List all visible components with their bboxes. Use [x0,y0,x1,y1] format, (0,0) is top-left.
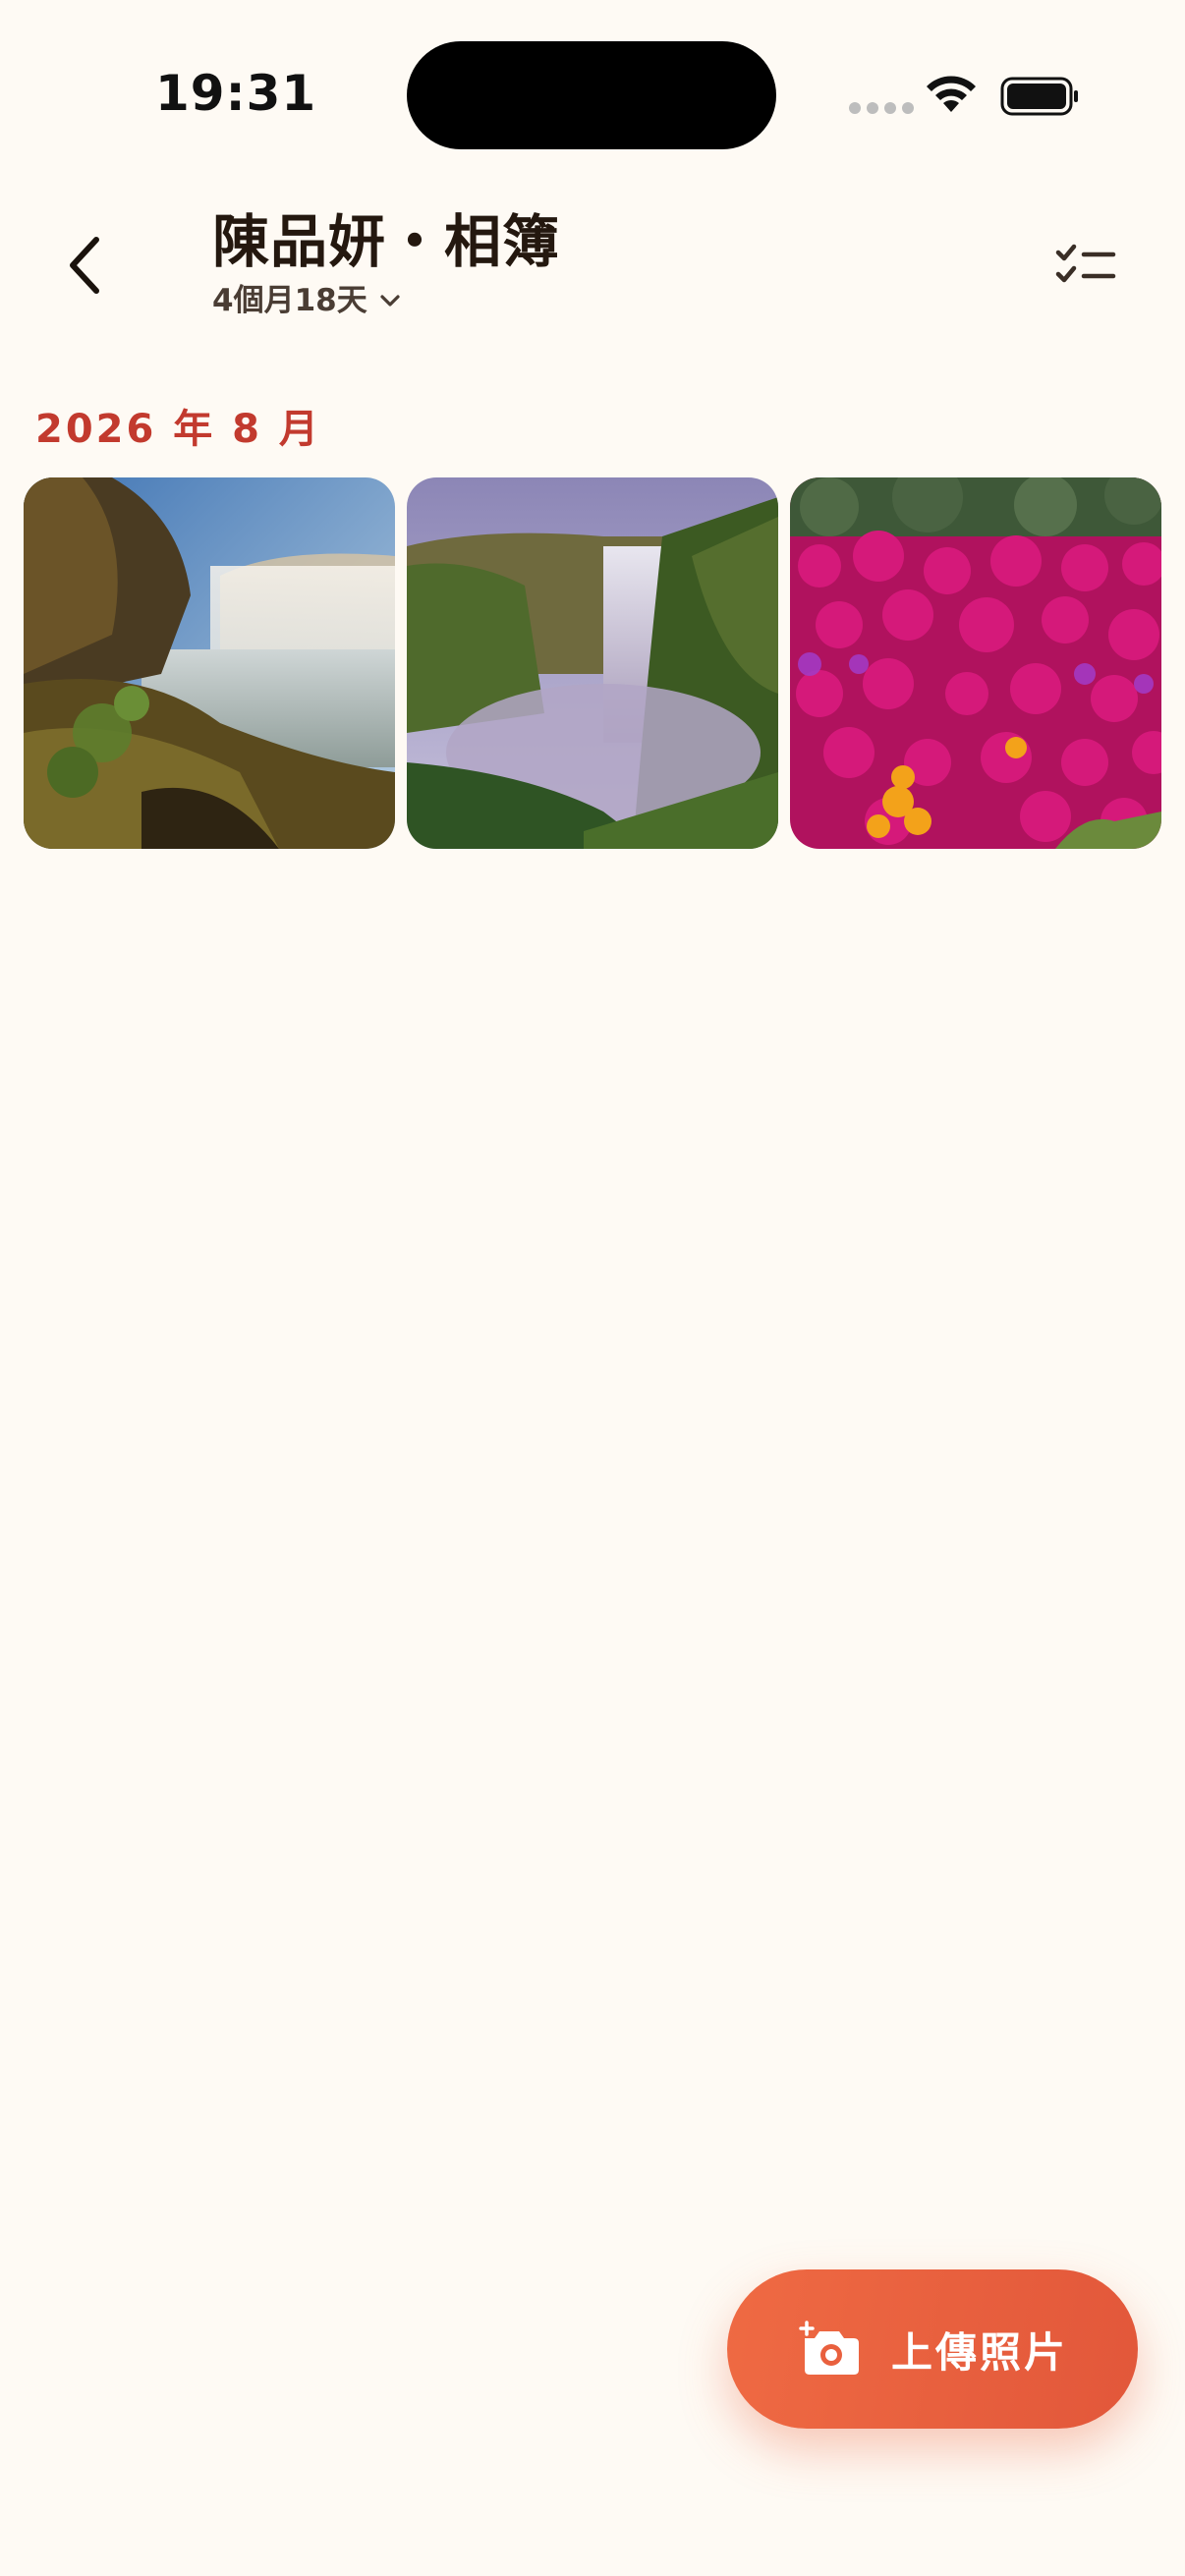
age-dropdown[interactable]: 4個月18天 [212,279,560,322]
upload-photo-button[interactable]: 上傳照片 [727,2269,1138,2429]
dynamic-island [407,41,776,149]
photo-thumbnail[interactable] [407,477,778,849]
photo-thumbnail[interactable] [790,477,1161,849]
photo-grid [24,477,1161,849]
back-button[interactable] [45,218,124,312]
age-label: 4個月18天 [212,283,367,318]
waterfall-photo [24,477,395,849]
photo-thumbnail[interactable] [24,477,395,849]
cellular-signal-icon [849,102,914,114]
month-heading: 2026 年 8 月 [35,407,321,452]
flowers-photo [790,477,1161,849]
status-time: 19:31 [155,65,317,122]
status-bar: 19:31 [0,0,1185,196]
title-block: 陳品妍・相簿 4個月18天 [212,202,560,322]
select-mode-button[interactable] [1042,222,1130,310]
chevron-left-icon [70,237,99,294]
wifi-icon [927,76,976,112]
upload-photo-label: 上傳照片 [890,2327,1068,2377]
waterfall-photo [407,477,778,849]
checklist-icon [1055,244,1116,283]
battery-icon [1000,77,1078,116]
camera-add-icon [799,2321,859,2375]
chevron-down-icon [380,295,400,307]
page-title: 陳品妍・相簿 [212,208,561,275]
